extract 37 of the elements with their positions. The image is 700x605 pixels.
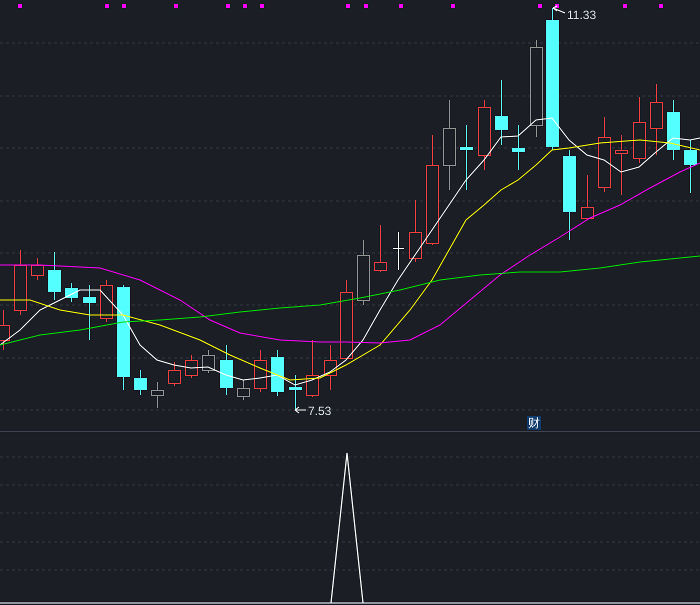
leader-line <box>294 406 306 414</box>
candlestick <box>684 140 697 194</box>
candlestick <box>48 252 61 300</box>
candlestick <box>220 344 233 396</box>
candlestick <box>581 174 594 220</box>
candlestick <box>615 134 628 196</box>
candlestick <box>460 124 473 190</box>
leader-line <box>552 6 566 14</box>
candlestick <box>478 100 491 170</box>
candlestick <box>271 350 284 396</box>
candlestick <box>202 350 215 374</box>
candlestick <box>357 240 370 306</box>
candlestick <box>254 350 267 392</box>
candlestick <box>306 340 319 398</box>
candlestick <box>31 258 44 280</box>
price-label: 11.33 <box>567 8 596 22</box>
candlestick <box>151 382 164 408</box>
candlestick <box>392 232 404 270</box>
candlestick <box>495 80 508 146</box>
candlestick <box>14 250 27 316</box>
price-label: 7.53 <box>308 404 332 418</box>
candlestick <box>65 282 78 302</box>
indicator-label: 财 <box>527 416 541 430</box>
candlestick <box>100 280 113 322</box>
candlestick <box>374 224 387 272</box>
candlestick <box>289 374 302 410</box>
candlestick <box>324 344 337 390</box>
candlestick <box>83 284 96 340</box>
candlestick <box>633 96 646 164</box>
candlestick <box>185 354 198 378</box>
candlestick <box>409 200 422 262</box>
candlestick <box>237 380 250 400</box>
candlestick <box>650 84 663 156</box>
candlestick <box>512 124 525 170</box>
candlestick <box>134 370 147 396</box>
candlestick <box>667 100 680 160</box>
candlestick <box>168 362 181 386</box>
